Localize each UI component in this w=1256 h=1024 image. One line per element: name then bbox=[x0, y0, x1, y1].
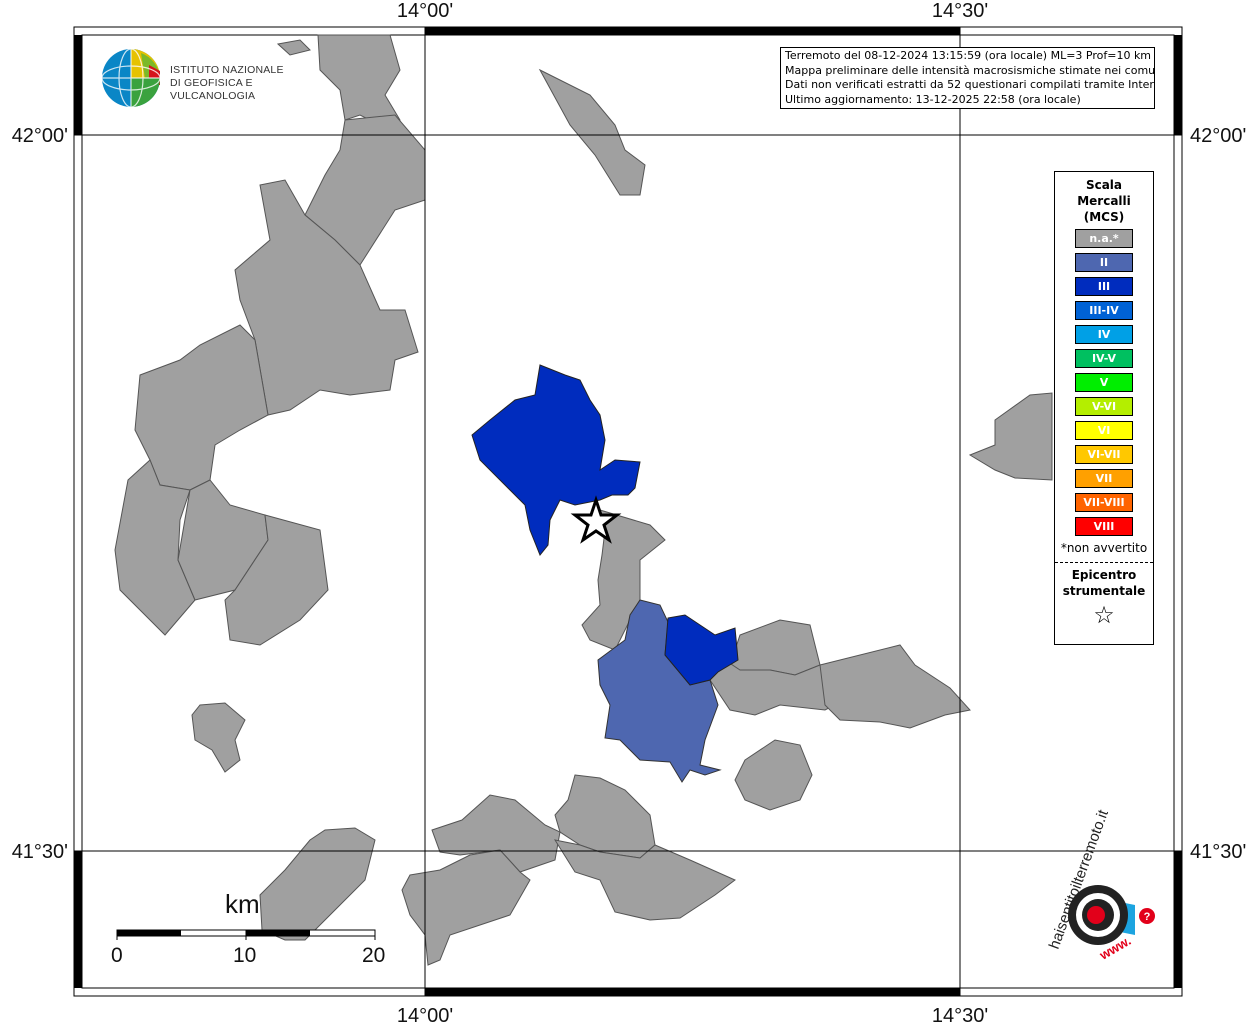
legend-swatch: n.a.* bbox=[1075, 229, 1133, 248]
legend-swatch: VII bbox=[1075, 469, 1133, 488]
info-line-4: Ultimo aggiornamento: 13-12-2025 22:58 (… bbox=[785, 92, 1081, 106]
legend-epicenter-2: strumentale bbox=[1062, 584, 1146, 598]
star-icon: ☆ bbox=[1093, 601, 1115, 629]
lon-label-bottom-2: 14°30' bbox=[932, 1005, 988, 1024]
legend-title-2: Mercalli bbox=[1077, 194, 1131, 208]
lat-label-right-1: 42°00' bbox=[1190, 125, 1246, 147]
legend-swatch: VII-VIII bbox=[1075, 493, 1133, 512]
globe-icon bbox=[101, 48, 161, 108]
intensity-legend: Scala Mercalli (MCS) n.a.* II III III-IV IV I… bbox=[1054, 171, 1154, 645]
legend-swatch: III bbox=[1075, 277, 1133, 296]
lat-label-right-2: 41°30' bbox=[1190, 841, 1246, 863]
legend-note: *non avvertito bbox=[1060, 541, 1148, 555]
legend-swatch: VI bbox=[1075, 421, 1133, 440]
legend-swatch: III-IV bbox=[1075, 301, 1133, 320]
info-line-2: Mappa preliminare delle intensità macros… bbox=[785, 63, 1155, 77]
legend-divider bbox=[1055, 562, 1153, 563]
lat-label-left-2: 41°30' bbox=[12, 841, 68, 863]
legend-title-3: (MCS) bbox=[1083, 210, 1125, 224]
legend-epicenter-1: Epicentro bbox=[1071, 568, 1137, 582]
ingv-logo: ISTITUTO NAZIONALE DI GEOFISICA E VULCAN… bbox=[101, 47, 341, 109]
legend-swatch: IV-V bbox=[1075, 349, 1133, 368]
lon-label-bottom-1: 14°00' bbox=[397, 1005, 453, 1024]
legend-title-1: Scala bbox=[1085, 178, 1123, 192]
logo-line-2: DI GEOFISICA E VULCANOLOGIA bbox=[170, 77, 256, 102]
logo-line-1: ISTITUTO NAZIONALE bbox=[170, 64, 284, 76]
legend-swatch: V-VI bbox=[1075, 397, 1133, 416]
scale-label-20: 20 bbox=[362, 944, 386, 967]
legend-swatches: n.a.* II III III-IV IV IV-V V V-VI VI VI-VII VII VI… bbox=[1055, 229, 1153, 536]
legend-swatch: VI-VII bbox=[1075, 445, 1133, 464]
event-info-box: Terremoto del 08-12-2024 13:15:59 (ora l… bbox=[780, 47, 1155, 109]
svg-text:?: ? bbox=[1144, 911, 1151, 923]
legend-swatch: VIII bbox=[1075, 517, 1133, 536]
legend-swatch: V bbox=[1075, 373, 1133, 392]
legend-swatch: IV bbox=[1075, 325, 1133, 344]
lon-label-top-2: 14°30' bbox=[932, 0, 988, 22]
lon-label-top-1: 14°00' bbox=[397, 0, 453, 22]
lat-label-left-1: 42°00' bbox=[12, 125, 68, 147]
scale-unit: km bbox=[225, 889, 260, 919]
info-line-1: Terremoto del 08-12-2024 13:15:59 (ora l… bbox=[785, 49, 1152, 62]
legend-swatch: II bbox=[1075, 253, 1133, 272]
scale-label-0: 0 bbox=[111, 944, 123, 967]
scale-label-10: 10 bbox=[233, 944, 257, 967]
info-line-3: Dati non verificati estratti da 52 quest… bbox=[785, 78, 1155, 91]
